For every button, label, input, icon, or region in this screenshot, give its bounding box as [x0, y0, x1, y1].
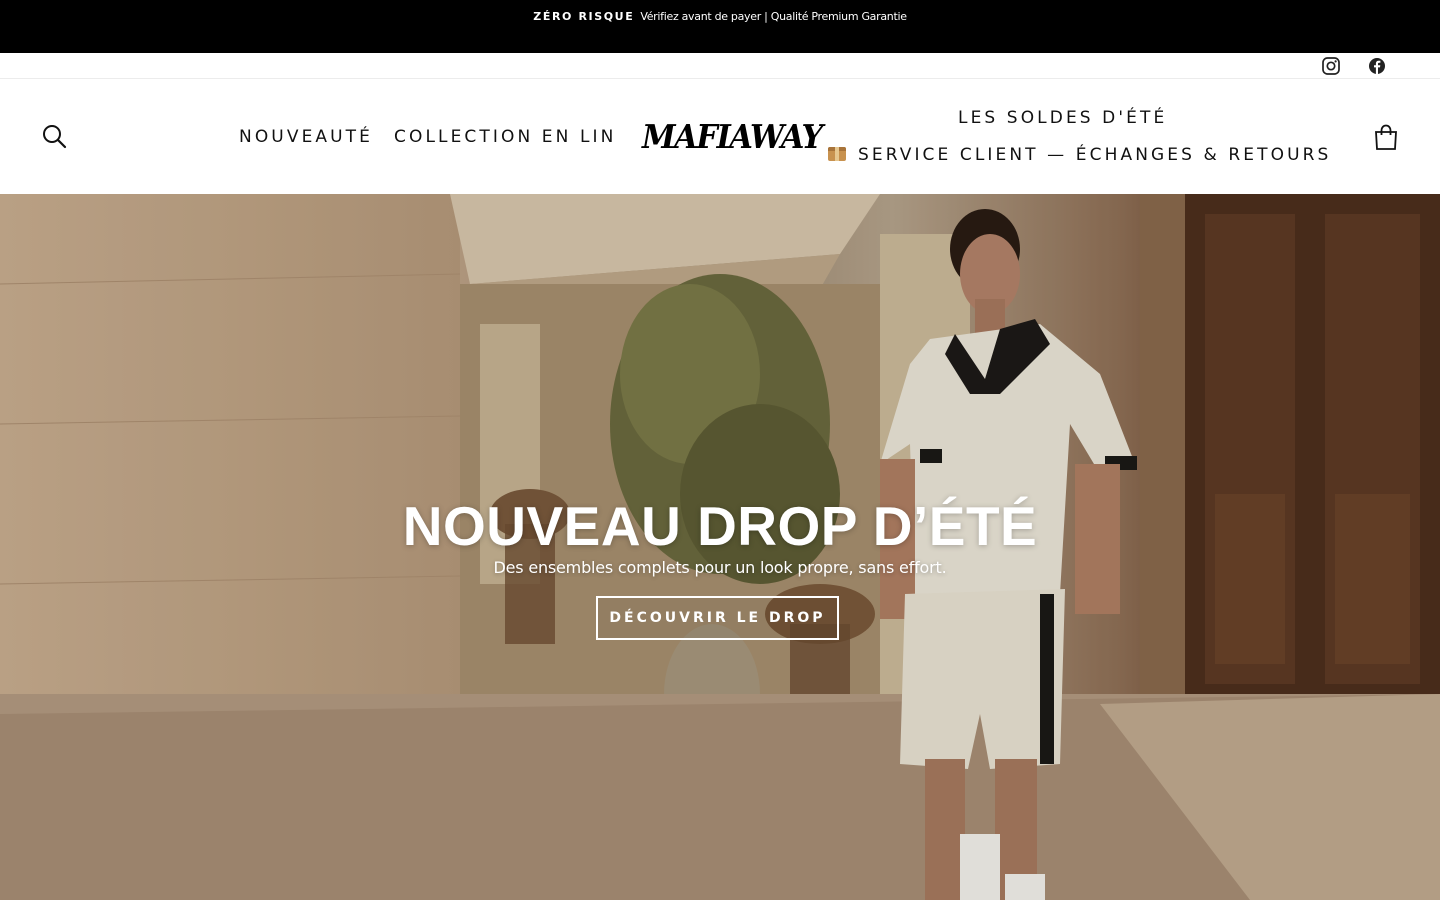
- hero-subtitle: Des ensembles complets pour un look prop…: [493, 558, 947, 577]
- announcement-bar: ZÉRO RISQUE Vérifiez avant de payer | Qua…: [0, 0, 1440, 53]
- instagram-icon-svg: [1322, 57, 1340, 75]
- hero-title: NOUVEAU DROP D’ÉTÉ: [402, 495, 1038, 557]
- site-logo[interactable]: MAFIAWAY: [642, 117, 823, 157]
- nav-service-label: SERVICE CLIENT — ÉCHANGES & RETOURS: [858, 145, 1332, 165]
- package-emoji-icon: [828, 147, 846, 161]
- nav-nouveaute[interactable]: NOUVEAUTÉ: [239, 127, 373, 147]
- search-icon[interactable]: [40, 122, 68, 150]
- announcement-text: Vérifiez avant de payer | Qualité Premiu…: [640, 10, 907, 23]
- announcement-bold: ZÉRO RISQUE: [533, 10, 635, 23]
- social-links-row: [0, 53, 1440, 79]
- nav-soldes-ete[interactable]: LES SOLDES D'ÉTÉ: [958, 108, 1167, 128]
- hero-banner: NOUVEAU DROP D’ÉTÉ Des ensembles complet…: [0, 194, 1440, 900]
- site-header: NOUVEAUTÉ COLLECTION EN LIN MAFIAWAY LES…: [0, 79, 1440, 194]
- nav-service-client[interactable]: SERVICE CLIENT — ÉCHANGES & RETOURS: [828, 145, 1331, 165]
- nav-collection-en-lin[interactable]: COLLECTION EN LIN: [394, 127, 616, 147]
- discover-drop-button[interactable]: DÉCOUVRIR LE DROP: [596, 596, 839, 640]
- search-icon-svg: [43, 125, 67, 149]
- facebook-icon-svg: [1369, 58, 1385, 74]
- facebook-icon[interactable]: [1367, 56, 1387, 76]
- instagram-icon[interactable]: [1321, 56, 1341, 76]
- bag-icon-svg: [1375, 124, 1397, 150]
- bag-icon[interactable]: [1374, 124, 1398, 150]
